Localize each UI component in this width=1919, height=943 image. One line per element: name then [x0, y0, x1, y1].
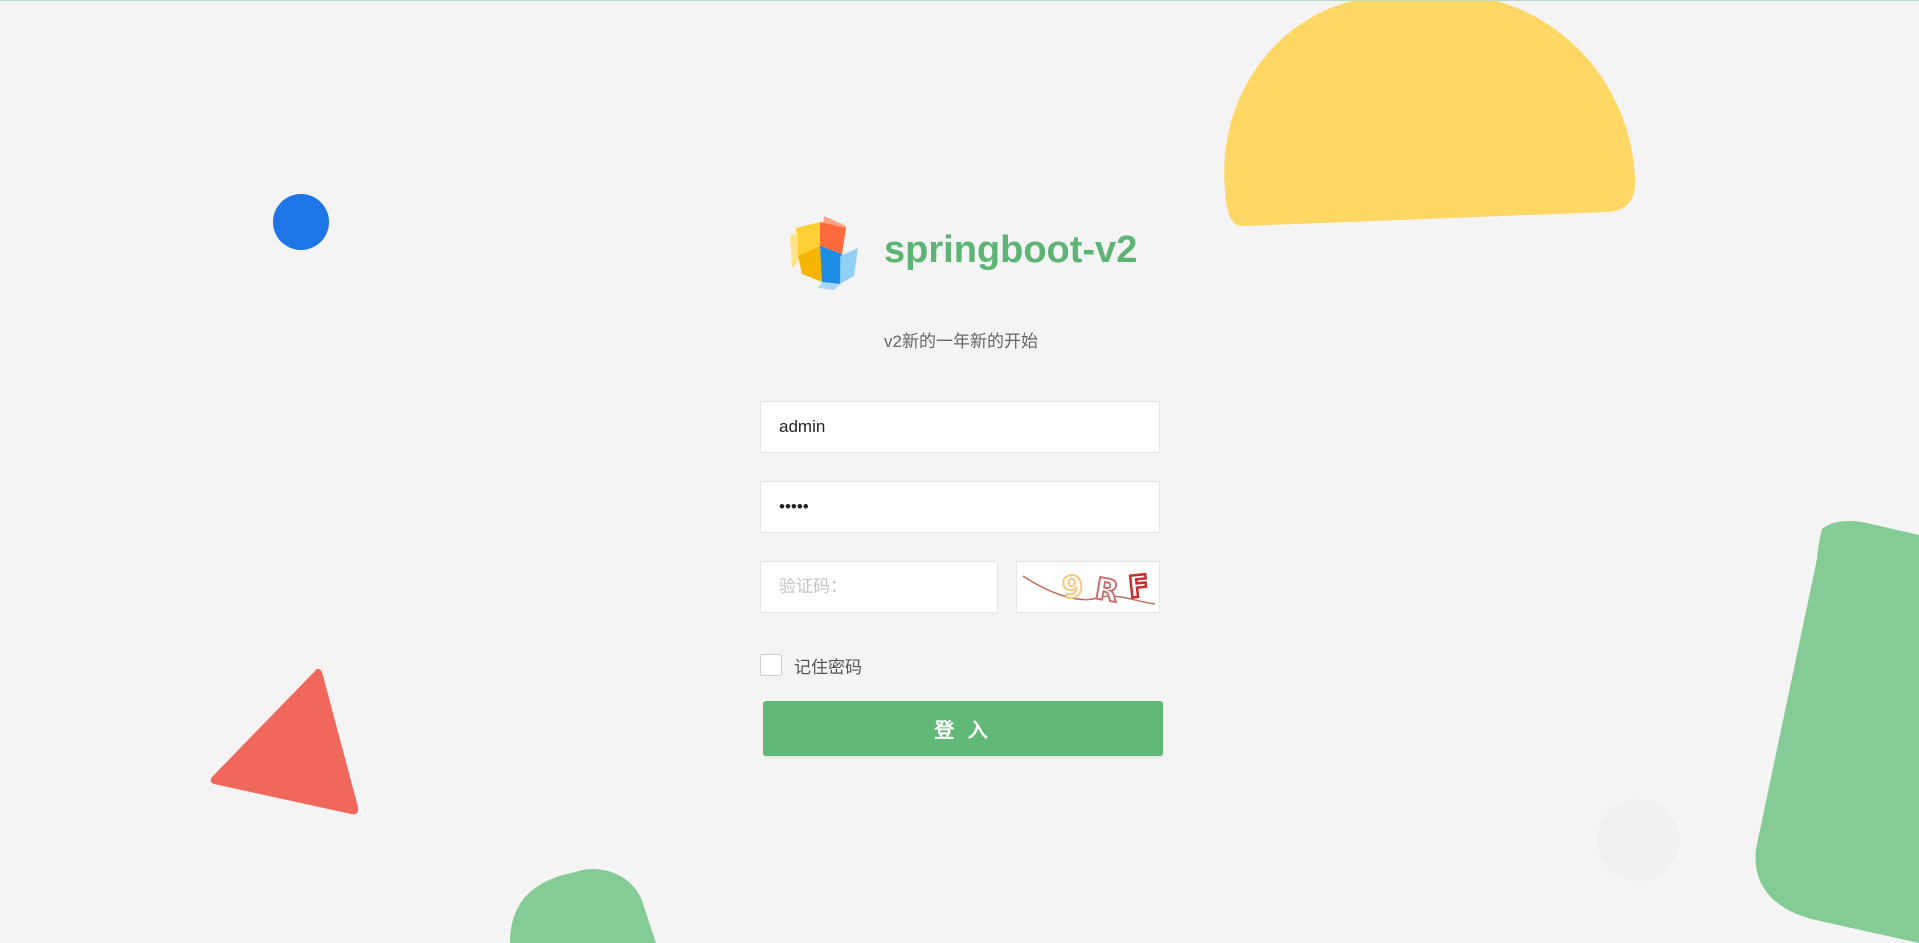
decor-blue-dot: [272, 193, 330, 251]
captcha-image[interactable]: 9 R F: [1016, 561, 1160, 613]
decor-faint-circle: [1596, 798, 1680, 882]
cube-logo-icon: [784, 212, 864, 292]
decor-red-triangle: [208, 666, 360, 818]
decor-yellow-half-circle: [1222, 1, 1637, 229]
brand-header: springboot-v2: [784, 209, 1164, 297]
login-button[interactable]: 登 入: [763, 701, 1163, 756]
checkbox-icon[interactable]: [760, 654, 782, 676]
remember-password-toggle[interactable]: 记住密码: [760, 653, 862, 677]
username-input[interactable]: [760, 401, 1160, 453]
password-input[interactable]: [760, 481, 1160, 533]
app-title: springboot-v2: [884, 229, 1138, 271]
svg-text:F: F: [1127, 569, 1151, 606]
decor-green-shape-bottom: [508, 867, 658, 943]
captcha-input[interactable]: [760, 561, 998, 613]
decor-green-shape-right: [1752, 519, 1919, 943]
remember-password-label: 记住密码: [794, 657, 862, 677]
app-subtitle: v2新的一年新的开始: [884, 332, 1038, 351]
svg-text:9: 9: [1060, 569, 1086, 607]
svg-text:R: R: [1092, 572, 1121, 610]
